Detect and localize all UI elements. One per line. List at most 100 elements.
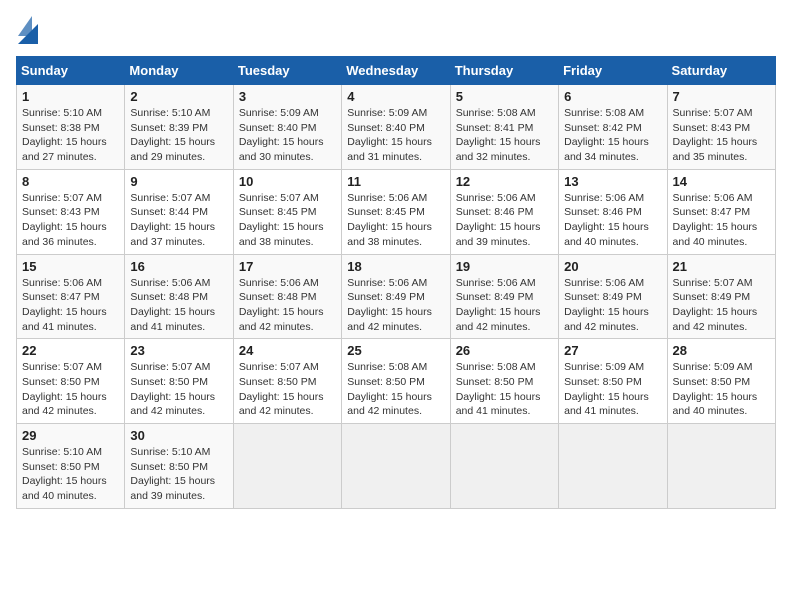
calendar-cell: 28 Sunrise: 5:09 AMSunset: 8:50 PMDaylig…: [667, 339, 775, 424]
weekday-header: Friday: [559, 57, 667, 85]
day-info: Sunrise: 5:06 AMSunset: 8:49 PMDaylight:…: [456, 277, 541, 333]
calendar-cell: 4 Sunrise: 5:09 AMSunset: 8:40 PMDayligh…: [342, 85, 450, 170]
weekday-header: Saturday: [667, 57, 775, 85]
calendar-cell: [450, 424, 558, 509]
calendar-week-row: 22 Sunrise: 5:07 AMSunset: 8:50 PMDaylig…: [17, 339, 776, 424]
day-number: 26: [456, 343, 553, 358]
day-number: 19: [456, 259, 553, 274]
calendar-cell: 24 Sunrise: 5:07 AMSunset: 8:50 PMDaylig…: [233, 339, 341, 424]
day-number: 11: [347, 174, 444, 189]
logo-icon: [18, 16, 38, 44]
weekday-header: Thursday: [450, 57, 558, 85]
calendar-cell: 1 Sunrise: 5:10 AMSunset: 8:38 PMDayligh…: [17, 85, 125, 170]
day-info: Sunrise: 5:09 AMSunset: 8:40 PMDaylight:…: [239, 107, 324, 163]
day-number: 27: [564, 343, 661, 358]
calendar-cell: [233, 424, 341, 509]
calendar-cell: 13 Sunrise: 5:06 AMSunset: 8:46 PMDaylig…: [559, 169, 667, 254]
calendar-cell: [342, 424, 450, 509]
calendar-cell: 11 Sunrise: 5:06 AMSunset: 8:45 PMDaylig…: [342, 169, 450, 254]
day-number: 6: [564, 89, 661, 104]
calendar-cell: 27 Sunrise: 5:09 AMSunset: 8:50 PMDaylig…: [559, 339, 667, 424]
day-number: 15: [22, 259, 119, 274]
day-info: Sunrise: 5:10 AMSunset: 8:39 PMDaylight:…: [130, 107, 215, 163]
day-number: 25: [347, 343, 444, 358]
calendar-cell: 30 Sunrise: 5:10 AMSunset: 8:50 PMDaylig…: [125, 424, 233, 509]
calendar-cell: 2 Sunrise: 5:10 AMSunset: 8:39 PMDayligh…: [125, 85, 233, 170]
day-number: 28: [673, 343, 770, 358]
day-info: Sunrise: 5:07 AMSunset: 8:45 PMDaylight:…: [239, 192, 324, 248]
day-info: Sunrise: 5:06 AMSunset: 8:48 PMDaylight:…: [130, 277, 215, 333]
day-info: Sunrise: 5:10 AMSunset: 8:38 PMDaylight:…: [22, 107, 107, 163]
day-info: Sunrise: 5:08 AMSunset: 8:42 PMDaylight:…: [564, 107, 649, 163]
day-number: 7: [673, 89, 770, 104]
day-info: Sunrise: 5:08 AMSunset: 8:41 PMDaylight:…: [456, 107, 541, 163]
day-info: Sunrise: 5:06 AMSunset: 8:46 PMDaylight:…: [564, 192, 649, 248]
calendar-cell: 14 Sunrise: 5:06 AMSunset: 8:47 PMDaylig…: [667, 169, 775, 254]
day-number: 29: [22, 428, 119, 443]
day-number: 5: [456, 89, 553, 104]
calendar-week-row: 1 Sunrise: 5:10 AMSunset: 8:38 PMDayligh…: [17, 85, 776, 170]
weekday-header: Sunday: [17, 57, 125, 85]
day-number: 16: [130, 259, 227, 274]
calendar-header-row: SundayMondayTuesdayWednesdayThursdayFrid…: [17, 57, 776, 85]
calendar-cell: 7 Sunrise: 5:07 AMSunset: 8:43 PMDayligh…: [667, 85, 775, 170]
calendar-cell: 18 Sunrise: 5:06 AMSunset: 8:49 PMDaylig…: [342, 254, 450, 339]
calendar-cell: 29 Sunrise: 5:10 AMSunset: 8:50 PMDaylig…: [17, 424, 125, 509]
calendar-cell: 20 Sunrise: 5:06 AMSunset: 8:49 PMDaylig…: [559, 254, 667, 339]
calendar-cell: 23 Sunrise: 5:07 AMSunset: 8:50 PMDaylig…: [125, 339, 233, 424]
day-info: Sunrise: 5:07 AMSunset: 8:43 PMDaylight:…: [22, 192, 107, 248]
day-number: 12: [456, 174, 553, 189]
calendar-cell: 6 Sunrise: 5:08 AMSunset: 8:42 PMDayligh…: [559, 85, 667, 170]
calendar-cell: 16 Sunrise: 5:06 AMSunset: 8:48 PMDaylig…: [125, 254, 233, 339]
page-header: [16, 16, 776, 44]
calendar-cell: 9 Sunrise: 5:07 AMSunset: 8:44 PMDayligh…: [125, 169, 233, 254]
day-info: Sunrise: 5:10 AMSunset: 8:50 PMDaylight:…: [22, 446, 107, 502]
weekday-header: Tuesday: [233, 57, 341, 85]
calendar-cell: 10 Sunrise: 5:07 AMSunset: 8:45 PMDaylig…: [233, 169, 341, 254]
day-number: 22: [22, 343, 119, 358]
day-info: Sunrise: 5:07 AMSunset: 8:43 PMDaylight:…: [673, 107, 758, 163]
day-number: 4: [347, 89, 444, 104]
day-info: Sunrise: 5:06 AMSunset: 8:47 PMDaylight:…: [673, 192, 758, 248]
day-info: Sunrise: 5:06 AMSunset: 8:46 PMDaylight:…: [456, 192, 541, 248]
calendar-cell: [667, 424, 775, 509]
day-number: 30: [130, 428, 227, 443]
weekday-header: Wednesday: [342, 57, 450, 85]
calendar-cell: 15 Sunrise: 5:06 AMSunset: 8:47 PMDaylig…: [17, 254, 125, 339]
day-info: Sunrise: 5:06 AMSunset: 8:48 PMDaylight:…: [239, 277, 324, 333]
day-number: 20: [564, 259, 661, 274]
calendar-cell: 21 Sunrise: 5:07 AMSunset: 8:49 PMDaylig…: [667, 254, 775, 339]
day-number: 24: [239, 343, 336, 358]
day-info: Sunrise: 5:07 AMSunset: 8:50 PMDaylight:…: [130, 361, 215, 417]
day-number: 18: [347, 259, 444, 274]
day-info: Sunrise: 5:07 AMSunset: 8:50 PMDaylight:…: [239, 361, 324, 417]
calendar-table: SundayMondayTuesdayWednesdayThursdayFrid…: [16, 56, 776, 509]
calendar-cell: 8 Sunrise: 5:07 AMSunset: 8:43 PMDayligh…: [17, 169, 125, 254]
day-number: 13: [564, 174, 661, 189]
calendar-week-row: 8 Sunrise: 5:07 AMSunset: 8:43 PMDayligh…: [17, 169, 776, 254]
calendar-week-row: 15 Sunrise: 5:06 AMSunset: 8:47 PMDaylig…: [17, 254, 776, 339]
day-info: Sunrise: 5:08 AMSunset: 8:50 PMDaylight:…: [347, 361, 432, 417]
day-number: 3: [239, 89, 336, 104]
logo: [16, 16, 42, 44]
day-info: Sunrise: 5:06 AMSunset: 8:49 PMDaylight:…: [347, 277, 432, 333]
calendar-week-row: 29 Sunrise: 5:10 AMSunset: 8:50 PMDaylig…: [17, 424, 776, 509]
calendar-cell: 22 Sunrise: 5:07 AMSunset: 8:50 PMDaylig…: [17, 339, 125, 424]
day-number: 23: [130, 343, 227, 358]
day-info: Sunrise: 5:09 AMSunset: 8:50 PMDaylight:…: [673, 361, 758, 417]
calendar-cell: 19 Sunrise: 5:06 AMSunset: 8:49 PMDaylig…: [450, 254, 558, 339]
weekday-header: Monday: [125, 57, 233, 85]
calendar-cell: 5 Sunrise: 5:08 AMSunset: 8:41 PMDayligh…: [450, 85, 558, 170]
calendar-cell: 3 Sunrise: 5:09 AMSunset: 8:40 PMDayligh…: [233, 85, 341, 170]
day-info: Sunrise: 5:08 AMSunset: 8:50 PMDaylight:…: [456, 361, 541, 417]
day-info: Sunrise: 5:07 AMSunset: 8:50 PMDaylight:…: [22, 361, 107, 417]
day-info: Sunrise: 5:09 AMSunset: 8:50 PMDaylight:…: [564, 361, 649, 417]
day-number: 14: [673, 174, 770, 189]
day-number: 8: [22, 174, 119, 189]
day-info: Sunrise: 5:06 AMSunset: 8:47 PMDaylight:…: [22, 277, 107, 333]
day-info: Sunrise: 5:06 AMSunset: 8:45 PMDaylight:…: [347, 192, 432, 248]
day-info: Sunrise: 5:10 AMSunset: 8:50 PMDaylight:…: [130, 446, 215, 502]
day-info: Sunrise: 5:07 AMSunset: 8:49 PMDaylight:…: [673, 277, 758, 333]
calendar-cell: [559, 424, 667, 509]
day-number: 17: [239, 259, 336, 274]
